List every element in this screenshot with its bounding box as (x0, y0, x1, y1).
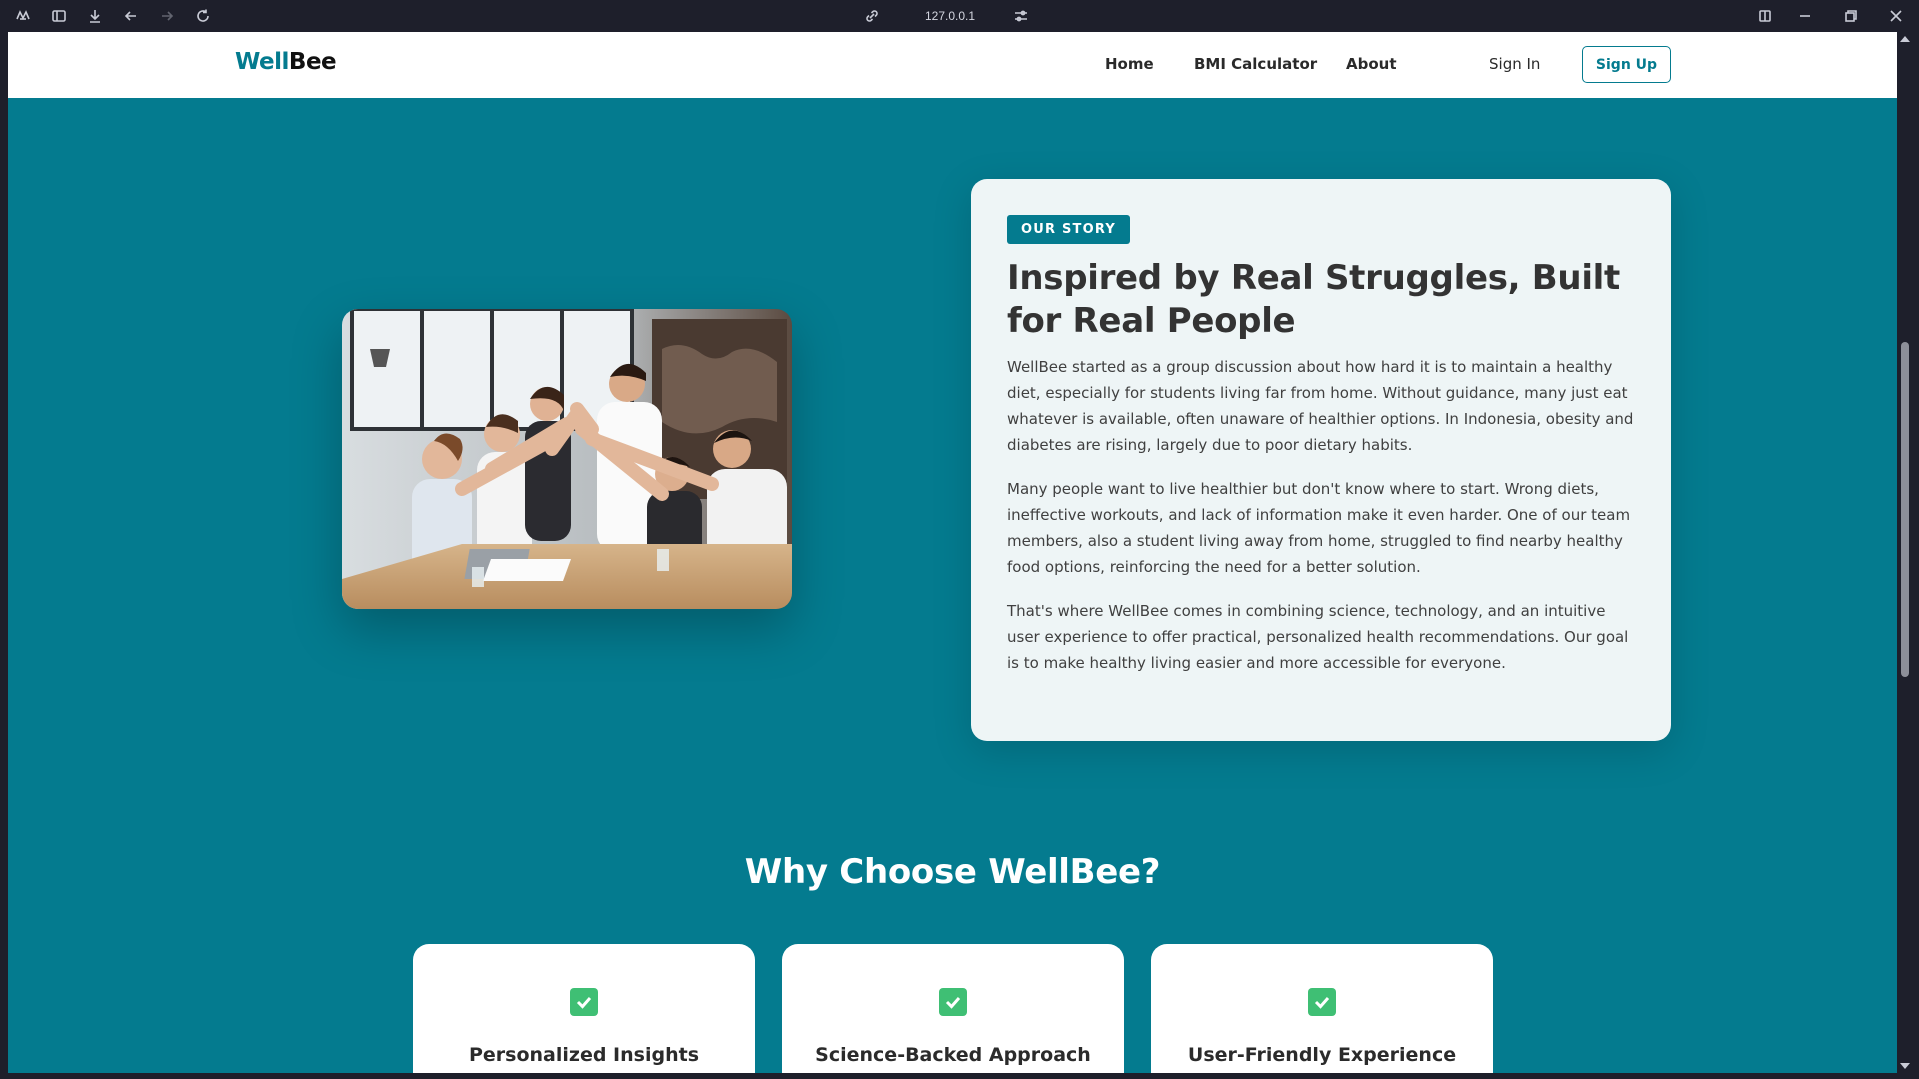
feature-title: Personalized Insights (468, 1044, 699, 1066)
sign-in-link[interactable]: Sign In (1489, 55, 1540, 73)
story-paragraph-1: WellBee started as a group discussion ab… (1007, 358, 1634, 454)
browser-toolbar: 127.0.0.1 (0, 0, 1919, 32)
wellbee-logo[interactable]: WellBee (235, 49, 337, 75)
reload-icon[interactable] (195, 8, 211, 24)
address-bar-url[interactable]: 127.0.0.1 (925, 9, 975, 23)
check-icon (1308, 988, 1336, 1016)
scroll-up-arrow-icon[interactable] (1900, 36, 1910, 42)
feature-card-user-friendly: User-Friendly Experience (1151, 944, 1493, 1073)
story-paragraph-2: Many people want to live healthier but d… (1007, 480, 1631, 576)
nav-about-link[interactable]: About (1346, 55, 1397, 73)
nav-home-link[interactable]: Home (1105, 55, 1154, 73)
scroll-down-arrow-icon[interactable] (1900, 1063, 1910, 1069)
feature-card-personalized-insights: Personalized Insights (413, 944, 755, 1073)
our-story-badge: OUR STORY (1007, 215, 1130, 244)
window-bottom-border (0, 1073, 1919, 1079)
our-story-card: OUR STORY Inspired by Real Struggles, Bu… (971, 179, 1671, 741)
site-settings-icon[interactable] (1013, 8, 1029, 24)
forward-arrow-icon[interactable] (159, 8, 175, 24)
restore-icon[interactable] (1843, 8, 1859, 24)
download-icon[interactable] (87, 8, 103, 24)
sidebar-toggle-icon[interactable] (51, 8, 67, 24)
check-icon (939, 988, 967, 1016)
feature-title: Science-Backed Approach (815, 1044, 1091, 1066)
team-photo (342, 309, 792, 609)
why-choose-title: Why Choose WellBee? (744, 852, 1161, 892)
story-title: Inspired by Real Struggles, Built for Re… (1007, 258, 1620, 341)
sign-up-button[interactable]: Sign Up (1582, 46, 1671, 83)
logo-part-well: Well (235, 49, 289, 75)
logo-part-bee: Bee (288, 49, 337, 75)
page-viewport: WellBee Home BMI Calculator About Sign I… (8, 32, 1897, 1073)
check-icon (570, 988, 598, 1016)
back-arrow-icon[interactable] (123, 8, 139, 24)
scrollbar-thumb[interactable] (1901, 342, 1909, 677)
split-view-icon[interactable] (1757, 8, 1773, 24)
close-icon[interactable] (1888, 8, 1904, 24)
feature-card-science-backed: Science-Backed Approach (782, 944, 1124, 1073)
vertical-scrollbar[interactable] (1897, 32, 1919, 1073)
link-icon[interactable] (864, 8, 880, 24)
minimize-icon[interactable] (1797, 8, 1813, 24)
site-navbar: WellBee Home BMI Calculator About Sign I… (8, 32, 1897, 98)
nav-bmi-calculator-link[interactable]: BMI Calculator (1194, 55, 1317, 73)
story-paragraph-3: That's where WellBee comes in combining … (1007, 602, 1629, 672)
browser-menu-icon[interactable] (15, 8, 31, 24)
feature-title: User-Friendly Experience (1187, 1044, 1457, 1066)
